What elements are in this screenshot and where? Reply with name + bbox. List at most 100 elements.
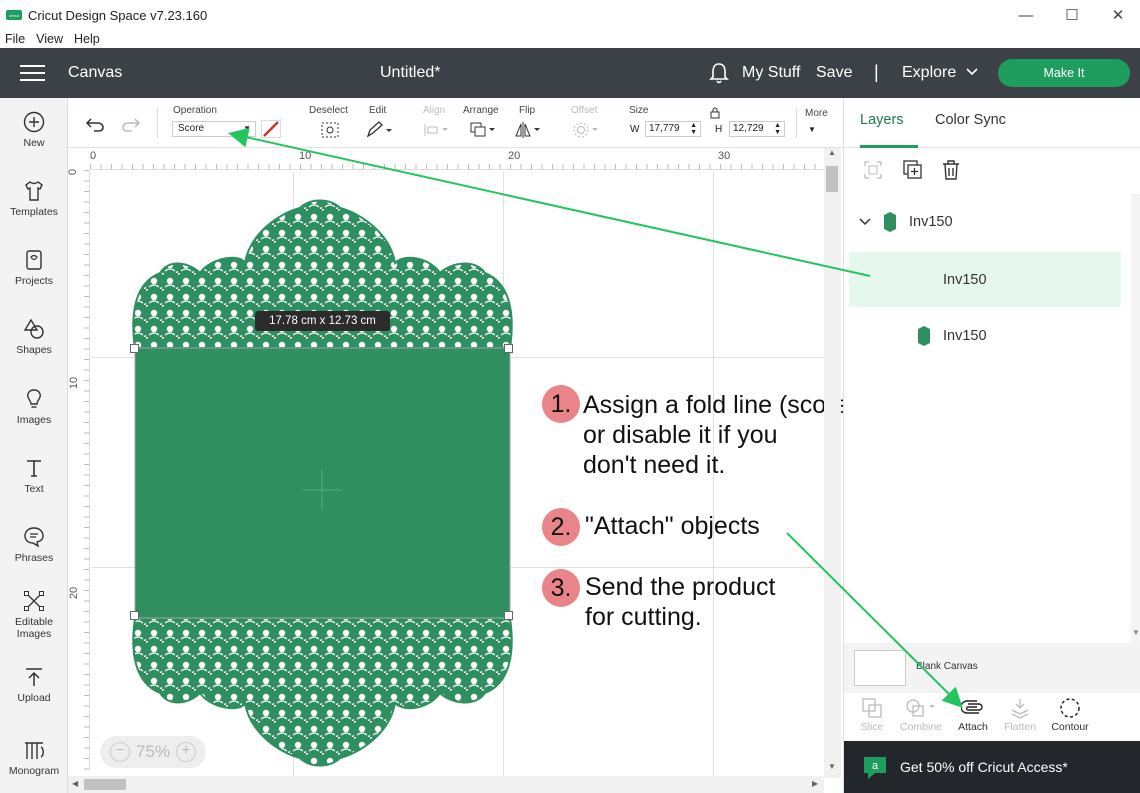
- save-button[interactable]: Save: [816, 64, 852, 82]
- combine-button[interactable]: Combine: [896, 697, 946, 733]
- left-sidebar: New Templates Projects Shapes Images Tex…: [0, 98, 68, 793]
- flatten-button[interactable]: Flatten: [995, 697, 1045, 733]
- scroll-left-icon[interactable]: ◀: [72, 779, 78, 788]
- scroll-down-icon[interactable]: ▼: [828, 762, 836, 771]
- sidebar-item-text[interactable]: Text: [0, 456, 68, 495]
- sidebar-item-phrases[interactable]: Phrases: [0, 525, 68, 564]
- resize-handle[interactable]: [130, 344, 139, 353]
- flip-icon[interactable]: [515, 121, 543, 139]
- sidebar-label: Monogram: [8, 765, 60, 777]
- lace-invitation-design[interactable]: [130, 193, 515, 773]
- slice-button[interactable]: Slice: [847, 697, 897, 733]
- combine-icon: [906, 699, 935, 717]
- align-label: Align: [423, 105, 446, 116]
- sidebar-item-templates[interactable]: Templates: [0, 179, 68, 218]
- scroll-right-icon[interactable]: ▶: [812, 779, 818, 788]
- undo-icon[interactable]: [85, 116, 105, 132]
- step-1-text: Assign a fold line (score) or disable it…: [583, 391, 843, 479]
- menu-file[interactable]: File: [5, 32, 25, 46]
- maximize-button[interactable]: ☐: [1049, 0, 1095, 30]
- sidebar-item-projects[interactable]: Projects: [0, 248, 68, 287]
- scroll-up-icon[interactable]: ▲: [828, 148, 836, 157]
- sidebar-item-images[interactable]: Images: [0, 387, 68, 426]
- trash-icon[interactable]: [941, 159, 961, 181]
- tab-layers[interactable]: Layers: [860, 112, 904, 128]
- bell-icon[interactable]: [708, 61, 730, 85]
- contour-button[interactable]: Contour: [1045, 697, 1095, 733]
- width-label: W: [630, 124, 640, 135]
- step-badge-3: 3.: [542, 569, 580, 607]
- resize-handle[interactable]: [504, 344, 513, 353]
- zoom-out-button[interactable]: −: [109, 742, 130, 762]
- align-icon[interactable]: [423, 123, 451, 137]
- promo-text: Get 50% off Cricut Access*: [900, 759, 1068, 775]
- duplicate-icon[interactable]: [902, 159, 924, 181]
- layer-shape-icon: [884, 211, 896, 232]
- stepper-icon[interactable]: ▲ ▼: [690, 122, 697, 136]
- sidebar-label: Shapes: [16, 344, 52, 356]
- window-titlebar: cricut Cricut Design Space v7.23.160: [0, 0, 1140, 30]
- height-input[interactable]: 12,729 ▲ ▼: [729, 121, 785, 137]
- sidebar-item-upload[interactable]: Upload: [0, 665, 68, 704]
- width-value: 17,779: [649, 123, 680, 134]
- edit-pencil-icon[interactable]: [365, 121, 393, 139]
- blank-canvas-thumbnail: [854, 650, 906, 686]
- redo-icon[interactable]: [121, 116, 141, 132]
- sidebar-item-new[interactable]: New: [0, 110, 68, 149]
- sidebar-item-shapes[interactable]: Shapes: [0, 317, 68, 356]
- tab-color-sync[interactable]: Color Sync: [935, 112, 1006, 128]
- canvas-horizontal-scrollbar[interactable]: ◀ ▶: [68, 776, 824, 793]
- combine-label: Combine: [899, 721, 943, 733]
- blank-canvas-row[interactable]: Blank Canvas: [844, 643, 1140, 693]
- canvas-vertical-scrollbar[interactable]: ▲ ▼: [824, 148, 841, 778]
- attach-button[interactable]: Attach: [948, 697, 998, 733]
- layer-row-selected[interactable]: Inv150: [849, 252, 1121, 307]
- offset-icon[interactable]: [572, 121, 600, 139]
- operation-select[interactable]: Score ▼: [172, 121, 256, 137]
- menu-view[interactable]: View: [36, 32, 63, 46]
- chevron-down-icon[interactable]: [966, 68, 978, 76]
- canvas-area[interactable]: 0 10 20 30 0 10 20 17.78 cm x 12.73 cm 1…: [68, 148, 843, 793]
- minimize-button[interactable]: —: [1003, 0, 1049, 30]
- zoom-in-button[interactable]: +: [176, 742, 197, 762]
- width-input[interactable]: 17,779 ▲ ▼: [645, 121, 701, 137]
- slice-label: Slice: [860, 721, 884, 733]
- panel-tabs: Layers Color Sync: [844, 98, 1140, 148]
- resize-handle[interactable]: [504, 611, 513, 620]
- sidebar-label: Text: [24, 483, 44, 495]
- slice-icon: [862, 698, 882, 718]
- scroll-down-icon[interactable]: ▼: [1132, 628, 1140, 637]
- toolbar-divider: [157, 108, 158, 138]
- explore-menu[interactable]: Explore: [902, 64, 956, 82]
- scroll-thumb[interactable]: [826, 166, 838, 192]
- upload-icon: [26, 668, 42, 686]
- group-icon[interactable]: [863, 160, 883, 180]
- arrange-icon[interactable]: [470, 122, 498, 138]
- stepper-icon[interactable]: ▲ ▼: [774, 122, 781, 136]
- layer-row[interactable]: Inv150: [849, 308, 1121, 363]
- lock-icon[interactable]: [710, 107, 720, 119]
- resize-handle[interactable]: [130, 611, 139, 620]
- sidebar-item-monogram[interactable]: Monogram: [0, 738, 68, 777]
- layer-group-row[interactable]: Inv150: [849, 194, 1121, 249]
- deselect-icon[interactable]: [320, 121, 340, 139]
- more-label[interactable]: More: [805, 108, 828, 119]
- close-button[interactable]: ✕: [1095, 0, 1140, 30]
- section-title: Canvas: [68, 64, 123, 81]
- linetype-color-icon[interactable]: [261, 120, 281, 138]
- sidebar-item-editable-images[interactable]: Editable Images: [0, 589, 68, 640]
- height-value: 12,729: [733, 123, 764, 134]
- text-icon: [27, 460, 41, 477]
- operation-label: Operation: [173, 105, 217, 116]
- layer-actions: [844, 148, 1140, 194]
- make-it-button[interactable]: Make It: [998, 59, 1130, 87]
- chevron-down-icon[interactable]: [859, 217, 871, 226]
- more-chevron-icon[interactable]: ▼: [808, 125, 816, 134]
- scroll-thumb[interactable]: [84, 779, 126, 790]
- shapes-icon: [23, 318, 44, 339]
- menu-bar: File View Help: [0, 30, 1140, 48]
- hamburger-menu-icon[interactable]: [20, 65, 45, 81]
- cricut-access-promo[interactable]: a Get 50% off Cricut Access*: [844, 741, 1140, 793]
- my-stuff-link[interactable]: My Stuff: [742, 64, 800, 82]
- menu-help[interactable]: Help: [74, 32, 100, 46]
